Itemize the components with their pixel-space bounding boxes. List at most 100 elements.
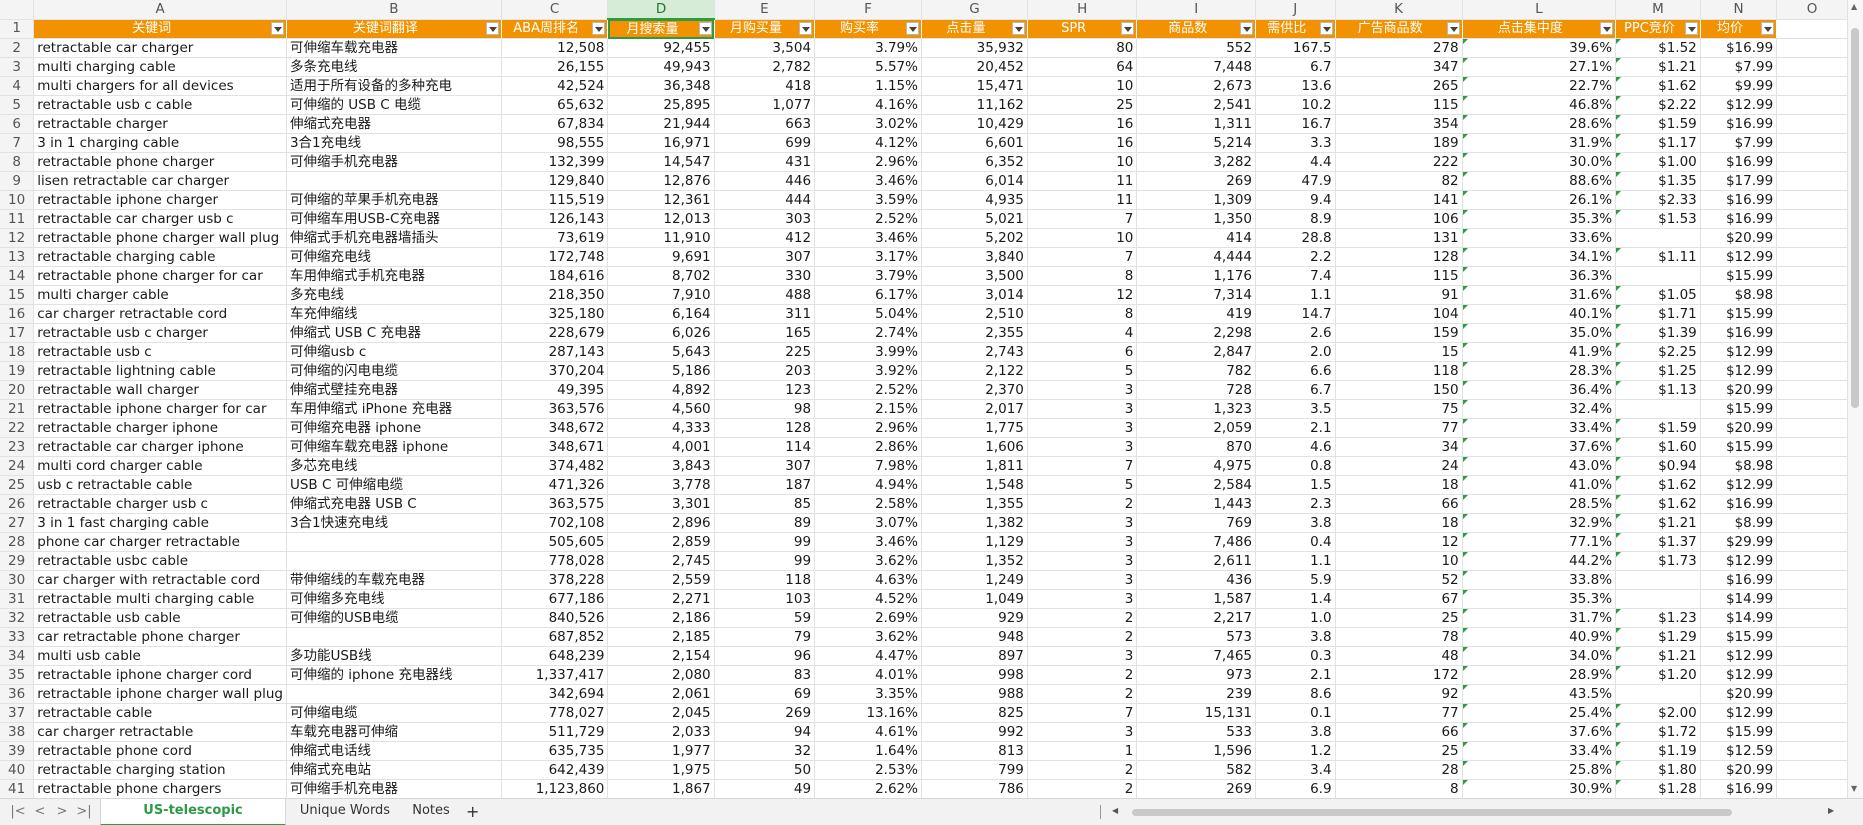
data-cell[interactable]: 4.01% — [814, 665, 922, 685]
data-cell[interactable]: 1.64% — [814, 741, 922, 761]
data-cell[interactable]: 59 — [714, 608, 816, 628]
data-cell[interactable]: $1.39 — [1615, 323, 1701, 343]
data-cell[interactable]: retractable charging station — [33, 760, 287, 780]
data-cell[interactable]: 1.5 — [1255, 475, 1336, 495]
empty-cell[interactable] — [1776, 779, 1848, 798]
data-cell[interactable]: 30.0% — [1462, 152, 1617, 172]
table-row[interactable]: 3 multi charging cable 多条充电线 26,155 49,943 2,… — [0, 57, 1848, 77]
data-cell[interactable]: 7,910 — [607, 285, 715, 305]
data-cell[interactable]: 可伸缩手机充电器 — [286, 779, 502, 798]
data-cell[interactable]: 82 — [1335, 171, 1463, 191]
data-cell[interactable]: 2.96% — [814, 152, 922, 172]
data-cell[interactable]: 46.8% — [1462, 95, 1617, 115]
data-cell[interactable]: 1,811 — [921, 456, 1028, 476]
data-cell[interactable]: 96 — [714, 646, 816, 666]
row-number[interactable]: 3 — [0, 57, 35, 77]
data-cell[interactable]: 128 — [1335, 247, 1463, 267]
data-cell[interactable]: 3 — [1027, 513, 1138, 533]
data-cell[interactable]: retractable car charger usb c — [33, 209, 287, 229]
data-cell[interactable]: 4,560 — [607, 399, 715, 419]
data-cell[interactable]: 1,775 — [921, 418, 1028, 438]
data-cell[interactable]: $12.99 — [1700, 703, 1778, 723]
empty-cell[interactable] — [1776, 19, 1848, 39]
data-cell[interactable]: $12.99 — [1700, 646, 1778, 666]
tab-unique-words[interactable]: Unique Words — [292, 799, 398, 824]
data-cell[interactable]: 126,143 — [501, 209, 609, 229]
first-sheet-icon[interactable]: |< — [10, 803, 26, 821]
data-cell[interactable]: 31.7% — [1462, 608, 1617, 628]
data-cell[interactable]: car charger retractable cord — [33, 304, 287, 324]
data-cell[interactable]: 2,298 — [1136, 323, 1256, 343]
tab-notes[interactable]: Notes — [404, 799, 458, 824]
data-cell[interactable]: 303 — [714, 209, 816, 229]
column-title[interactable]: 点击量 — [921, 19, 1028, 39]
data-cell[interactable]: $16.99 — [1700, 323, 1778, 343]
data-cell[interactable]: 12,876 — [607, 171, 715, 191]
data-cell[interactable]: 6 — [1027, 342, 1138, 362]
data-cell[interactable]: 471,326 — [501, 475, 609, 495]
table-row[interactable]: 34 multi usb cable 多功能USB线 648,239 2,154 96 4.… — [0, 646, 1848, 666]
data-cell[interactable]: 123 — [714, 380, 816, 400]
data-cell[interactable]: 444 — [714, 190, 816, 210]
data-cell[interactable]: 6.7 — [1255, 57, 1336, 77]
data-cell[interactable]: 67 — [1335, 589, 1463, 609]
data-cell[interactable]: 104 — [1335, 304, 1463, 324]
data-cell[interactable]: retractable car charger iphone — [33, 437, 287, 457]
data-cell[interactable]: 0.3 — [1255, 646, 1336, 666]
data-cell[interactable]: $1.29 — [1615, 627, 1701, 647]
data-cell[interactable]: 870 — [1136, 437, 1256, 457]
empty-cell[interactable] — [1776, 76, 1848, 96]
data-cell[interactable]: 15,471 — [921, 76, 1028, 96]
row-number[interactable]: 36 — [0, 684, 35, 704]
data-cell[interactable]: 3.3 — [1255, 133, 1336, 153]
data-cell[interactable]: 适用于所有设备的多种充电 — [286, 76, 502, 96]
row-number[interactable]: 21 — [0, 399, 35, 419]
data-cell[interactable]: car charger retractable — [33, 722, 287, 742]
data-cell[interactable]: 3.46% — [814, 171, 922, 191]
data-cell[interactable]: 228,679 — [501, 323, 609, 343]
data-cell[interactable]: $1.80 — [1615, 760, 1701, 780]
data-cell[interactable]: 1,123,860 — [501, 779, 609, 798]
data-cell[interactable]: 43.5% — [1462, 684, 1617, 704]
data-cell[interactable]: 1,977 — [607, 741, 715, 761]
data-cell[interactable]: 6,601 — [921, 133, 1028, 153]
data-cell[interactable]: $20.99 — [1700, 380, 1778, 400]
data-cell[interactable]: 11 — [1027, 190, 1138, 210]
data-cell[interactable]: retractable usb cable — [33, 608, 287, 628]
data-cell[interactable]: 10 — [1335, 551, 1463, 571]
data-cell[interactable]: 26.1% — [1462, 190, 1617, 210]
empty-cell[interactable] — [1776, 190, 1848, 210]
column-header-d[interactable]: D — [607, 0, 715, 20]
data-cell[interactable]: $9.99 — [1700, 76, 1778, 96]
row-number[interactable]: 33 — [0, 627, 35, 647]
table-row[interactable]: 5 retractable usb c cable 可伸缩的 USB C 电缆 65,… — [0, 95, 1848, 115]
data-cell[interactable]: $1.60 — [1615, 437, 1701, 457]
data-cell[interactable]: 33.4% — [1462, 741, 1617, 761]
empty-cell[interactable] — [1776, 494, 1848, 514]
data-cell[interactable]: 32 — [714, 741, 816, 761]
data-cell[interactable]: 3,014 — [921, 285, 1028, 305]
row-number[interactable]: 16 — [0, 304, 35, 324]
data-cell[interactable]: 307 — [714, 456, 816, 476]
data-cell[interactable]: 4.16% — [814, 95, 922, 115]
data-cell[interactable]: 3.07% — [814, 513, 922, 533]
table-row[interactable]: 19 retractable lightning cable 可伸缩的闪电电缆 370… — [0, 361, 1848, 381]
data-cell[interactable]: $7.99 — [1700, 57, 1778, 77]
data-cell[interactable]: 778,027 — [501, 703, 609, 723]
data-cell[interactable]: 184,616 — [501, 266, 609, 286]
row-number[interactable]: 39 — [0, 741, 35, 761]
row-number[interactable]: 31 — [0, 589, 35, 609]
data-cell[interactable]: 189 — [1335, 133, 1463, 153]
data-cell[interactable]: 6,014 — [921, 171, 1028, 191]
data-cell[interactable]: 2,370 — [921, 380, 1028, 400]
data-cell[interactable]: 4,975 — [1136, 456, 1256, 476]
data-cell[interactable]: retractable phone chargers — [33, 779, 287, 798]
data-cell[interactable]: 28.9% — [1462, 665, 1617, 685]
column-title[interactable]: SPR — [1027, 19, 1138, 39]
data-cell[interactable]: retractable iphone charger wall plug — [33, 684, 287, 704]
data-cell[interactable]: 2.86% — [814, 437, 922, 457]
data-cell[interactable]: 65,632 — [501, 95, 609, 115]
column-header-l[interactable]: L — [1462, 0, 1617, 20]
data-cell[interactable]: 11,910 — [607, 228, 715, 248]
table-row[interactable]: 15 multi charger cable 多充电线 218,350 7,910 488… — [0, 285, 1848, 305]
